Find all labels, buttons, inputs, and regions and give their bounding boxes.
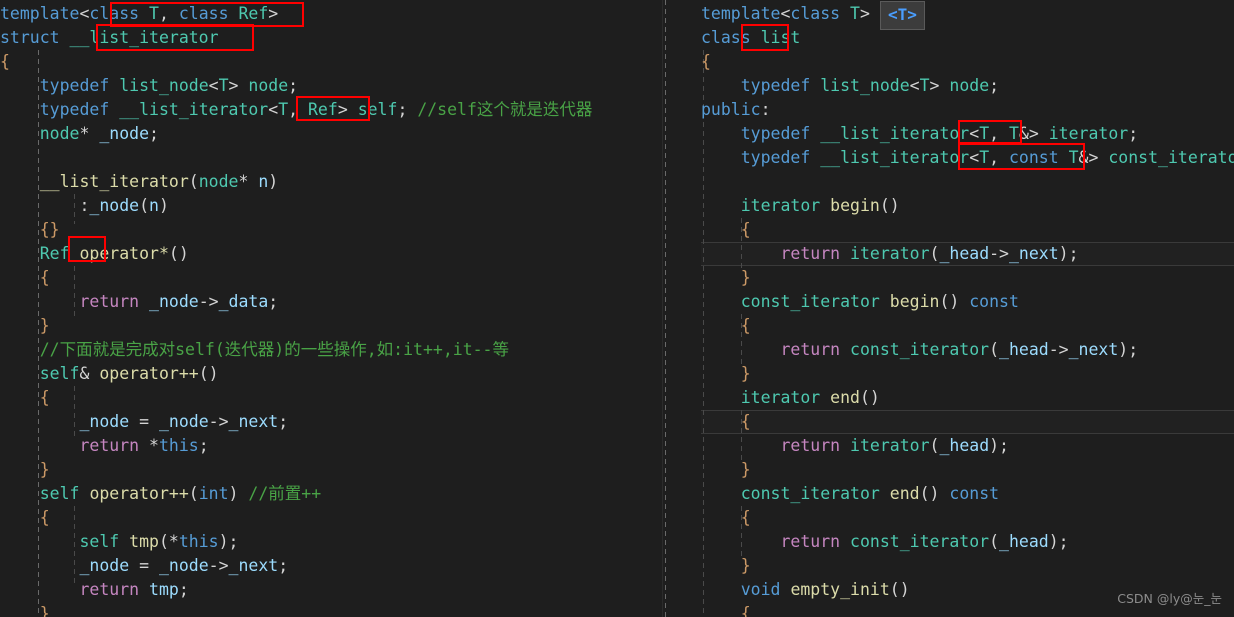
code-line[interactable]: { xyxy=(0,50,663,74)
code-line[interactable]: { xyxy=(701,50,1234,74)
code-line[interactable]: { xyxy=(0,266,663,290)
code-line-current[interactable]: return iterator(_head->_next); xyxy=(701,242,1234,266)
code-line[interactable]: __list_iterator(node* n) xyxy=(0,170,663,194)
code-line[interactable]: public: xyxy=(701,98,1234,122)
code-line[interactable]: _node = _node->_next; xyxy=(0,410,663,434)
right-code-pane[interactable]: template<class T> class list { typedef l… xyxy=(663,0,1234,617)
code-line[interactable]: { xyxy=(0,386,663,410)
code-line[interactable]: } xyxy=(0,458,663,482)
template-arg-callout: <T> xyxy=(880,1,925,30)
code-line[interactable]: } xyxy=(701,554,1234,578)
code-line[interactable]: typedef __list_iterator<T, Ref> self; //… xyxy=(0,98,663,122)
code-line[interactable] xyxy=(0,146,663,170)
code-line[interactable]: struct __list_iterator xyxy=(0,26,663,50)
code-line[interactable]: iterator begin() xyxy=(701,194,1234,218)
code-line[interactable]: return const_iterator(_head); xyxy=(701,530,1234,554)
code-line[interactable]: self& operator++() xyxy=(0,362,663,386)
code-line[interactable]: typedef list_node<T> node; xyxy=(0,74,663,98)
code-line[interactable]: const_iterator end() const xyxy=(701,482,1234,506)
code-line[interactable]: typedef list_node<T> node; xyxy=(701,74,1234,98)
code-line[interactable]: template<class T, class Ref> xyxy=(0,2,663,26)
code-line[interactable]: } xyxy=(701,458,1234,482)
code-line[interactable]: Ref operator*() xyxy=(0,242,663,266)
code-line[interactable]: } xyxy=(701,362,1234,386)
code-line[interactable]: self tmp(*this); xyxy=(0,530,663,554)
code-line[interactable]: typedef __list_iterator<T, T&> iterator; xyxy=(701,122,1234,146)
code-line[interactable]: return tmp; xyxy=(0,578,663,602)
csdn-watermark: CSDN @ly@눈_눈 xyxy=(1117,591,1222,606)
code-line-current[interactable]: { xyxy=(701,410,1234,434)
code-line[interactable]: template<class T> xyxy=(701,2,1234,26)
code-line[interactable]: iterator end() xyxy=(701,386,1234,410)
code-line[interactable]: class list xyxy=(701,26,1234,50)
left-code-lines: template<class T, class Ref> struct __li… xyxy=(0,2,663,617)
code-line[interactable]: :_node(n) xyxy=(0,194,663,218)
code-line[interactable]: return const_iterator(_head->_next); xyxy=(701,338,1234,362)
code-line[interactable]: self operator++(int) //前置++ xyxy=(0,482,663,506)
code-line[interactable]: { xyxy=(0,506,663,530)
indent-guide xyxy=(665,0,666,617)
code-line[interactable]: return _node->_data; xyxy=(0,290,663,314)
code-line[interactable]: return iterator(_head); xyxy=(701,434,1234,458)
editor-comparison-view: template<class T, class Ref> struct __li… xyxy=(0,0,1234,617)
code-line[interactable]: typedef __list_iterator<T, const T&> con… xyxy=(701,146,1234,170)
code-line[interactable]: { xyxy=(701,218,1234,242)
code-line[interactable]: } xyxy=(0,602,663,617)
code-line[interactable] xyxy=(701,170,1234,194)
code-line[interactable]: const_iterator begin() const xyxy=(701,290,1234,314)
code-line[interactable]: {} xyxy=(0,218,663,242)
code-line[interactable]: { xyxy=(701,506,1234,530)
code-line[interactable]: } xyxy=(0,314,663,338)
code-line[interactable]: return *this; xyxy=(0,434,663,458)
code-line[interactable]: node* _node; xyxy=(0,122,663,146)
code-line[interactable]: { xyxy=(701,314,1234,338)
code-line[interactable]: //下面就是完成对self(迭代器)的一些操作,如:it++,it--等 xyxy=(0,338,663,362)
left-code-pane[interactable]: template<class T, class Ref> struct __li… xyxy=(0,0,663,617)
code-line[interactable]: } xyxy=(701,266,1234,290)
code-line[interactable]: _node = _node->_next; xyxy=(0,554,663,578)
right-code-lines: template<class T> class list { typedef l… xyxy=(663,2,1234,617)
